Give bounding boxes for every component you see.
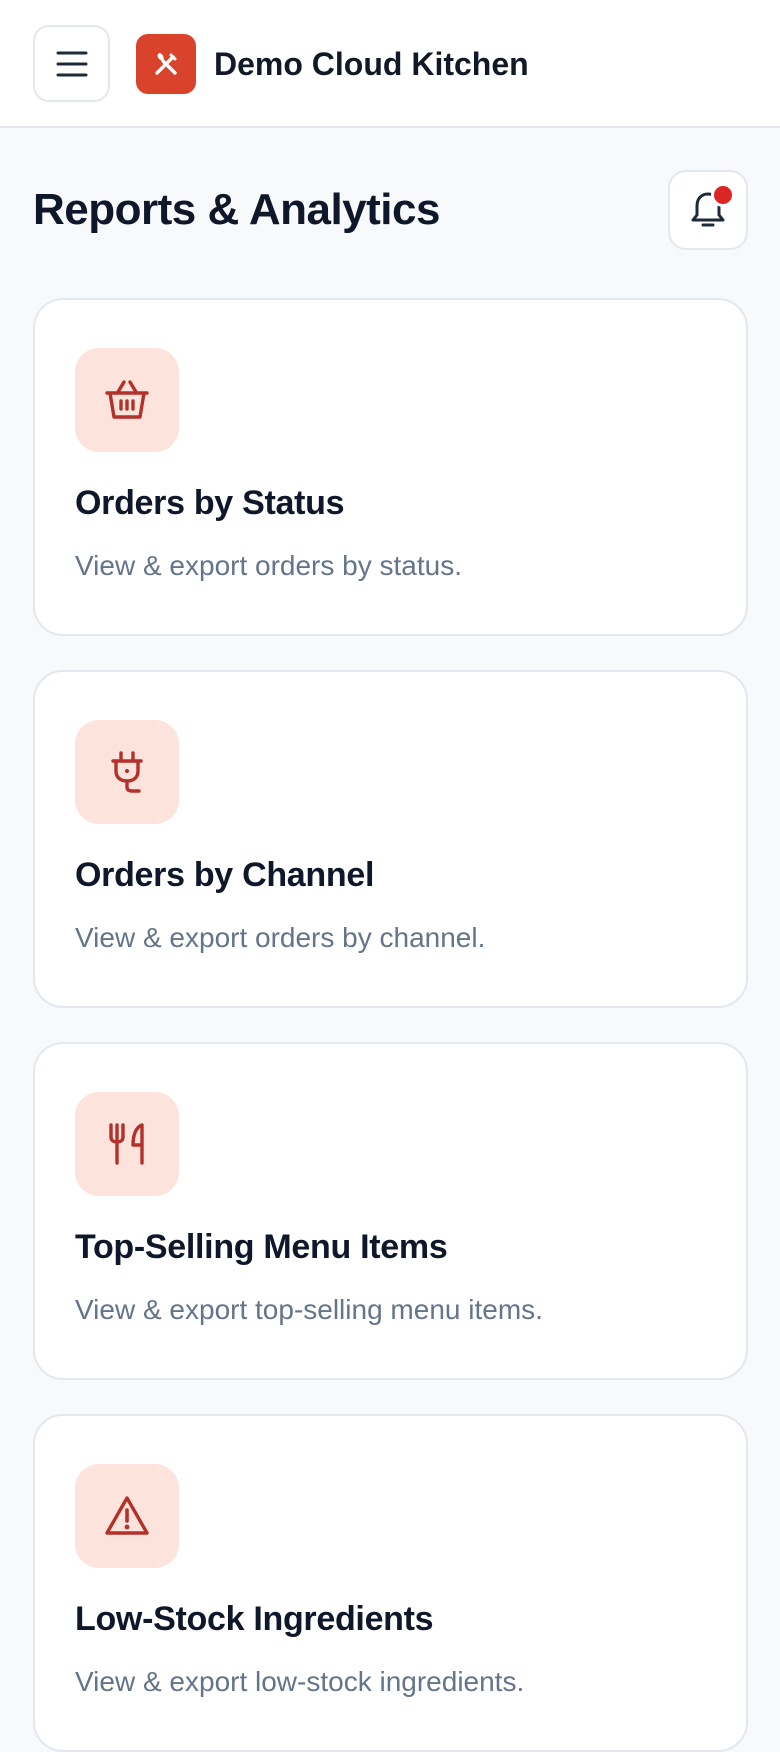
top-bar: Demo Cloud Kitchen (0, 0, 780, 128)
card-icon-container (75, 1464, 179, 1568)
card-description: View & export low-stock ingredients. (75, 1666, 525, 1697)
app-logo[interactable] (136, 34, 196, 94)
menu-button[interactable] (33, 25, 110, 102)
card-title: Orders by Status (75, 484, 345, 522)
page-title: Reports & Analytics (33, 185, 440, 234)
card-icon-container (75, 720, 179, 824)
utensils-cross-icon (155, 53, 177, 75)
notification-badge (711, 183, 735, 207)
report-card-orders-by-status[interactable]: Orders by Status View & export orders by… (33, 298, 748, 636)
card-description: View & export orders by channel. (75, 922, 486, 953)
report-card-orders-by-channel[interactable]: Orders by Channel View & export orders b… (33, 670, 748, 1008)
notifications-button[interactable] (668, 170, 748, 250)
card-title: Orders by Channel (75, 856, 375, 894)
card-title: Low-Stock Ingredients (75, 1600, 434, 1638)
warning-icon (105, 1496, 149, 1535)
card-icon-container (75, 1092, 179, 1196)
fork-knife-icon (109, 1123, 144, 1165)
card-title: Top-Selling Menu Items (75, 1228, 448, 1266)
hamburger-icon (56, 51, 87, 76)
basket-icon (105, 380, 149, 419)
card-icon-container (75, 348, 179, 452)
card-description: View & export orders by status. (75, 550, 462, 581)
card-description: View & export top-selling menu items. (75, 1294, 543, 1325)
report-card-top-selling-menu-items[interactable]: Top-Selling Menu Items View & export top… (33, 1042, 748, 1380)
plug-icon (111, 751, 143, 793)
app-title: Demo Cloud Kitchen (214, 46, 529, 82)
report-card-low-stock-ingredients[interactable]: Low-Stock Ingredients View & export low-… (33, 1414, 748, 1752)
